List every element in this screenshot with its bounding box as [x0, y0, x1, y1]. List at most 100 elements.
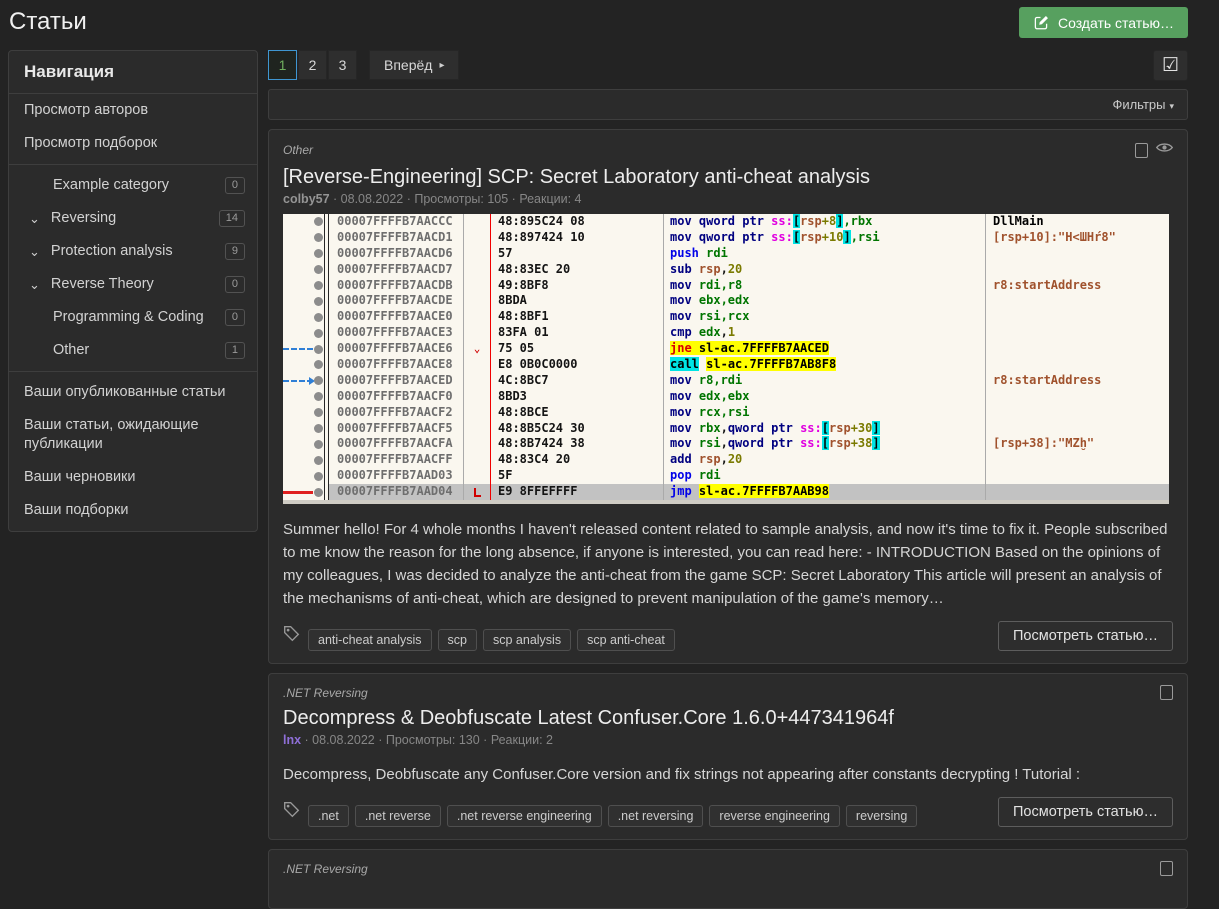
article-category[interactable]: Other [283, 143, 313, 157]
bytes-cell: 8BD3 [490, 389, 663, 405]
tag-pill[interactable]: anti-cheat analysis [308, 629, 432, 651]
instruction-cell: mov edx,ebx [663, 389, 985, 405]
instruction-cell: cmp edx,1 [663, 325, 985, 341]
sidebar-item-reversing[interactable]: ⌄Reversing14 [9, 202, 257, 235]
sidebar-item-label: Просмотр авторов [24, 101, 245, 120]
filters-dropdown[interactable]: Фильтры▾ [1112, 97, 1174, 112]
sidebar-item-reverse-theory[interactable]: ⌄Reverse Theory0 [9, 268, 257, 301]
sidebar-item-label: Reverse Theory [51, 275, 225, 294]
sidebar-item-example-category[interactable]: Example category0 [9, 169, 257, 202]
disasm-row: 00007FFFFB7AACE048:8BF1mov rsi,rcx [283, 309, 1169, 325]
tag-pill[interactable]: .net reverse [355, 805, 441, 827]
address-cell: 00007FFFFB7AACD7 [329, 262, 463, 278]
breakpoint-dot [314, 265, 323, 274]
address-cell: 00007FFFFB7AACF0 [329, 389, 463, 405]
select-mode-button[interactable]: ☑ [1153, 50, 1188, 81]
breakpoint-dot [314, 360, 323, 369]
comment-cell [985, 293, 1169, 309]
bookmark-square-icon[interactable] [1135, 143, 1148, 158]
breakpoint-dot [314, 345, 323, 354]
breakpoint-dot [314, 329, 323, 338]
article-category[interactable]: .NET Reversing [283, 862, 368, 876]
next-page-button[interactable]: Вперёд ▸ [369, 50, 459, 80]
watch-eye-icon[interactable] [1156, 141, 1173, 159]
create-article-button[interactable]: Создать статью… [1019, 7, 1188, 38]
count-badge: 14 [219, 210, 245, 227]
comment-cell [985, 357, 1169, 373]
sidebar-item-other[interactable]: Other1 [9, 334, 257, 367]
tag-pill[interactable]: scp [438, 629, 477, 651]
breakpoint-dot [314, 313, 323, 322]
disasm-row: 00007FFFFB7AACD148:897424 10mov qword pt… [283, 230, 1169, 246]
sidebar-item-your-drafts[interactable]: Ваши черновики [9, 461, 257, 494]
sidebar-item-your-collections[interactable]: Ваши подборки [9, 494, 257, 527]
breakpoint-gutter [283, 468, 329, 484]
tag-pill[interactable]: reversing [846, 805, 917, 827]
view-article-button[interactable]: Посмотреть статью… [998, 621, 1173, 651]
article-category[interactable]: .NET Reversing [283, 686, 368, 700]
bookmark-square-icon[interactable] [1160, 685, 1173, 700]
sidebar-item-programming-coding[interactable]: Programming & Coding0 [9, 301, 257, 334]
bookmark-square-icon[interactable] [1160, 861, 1173, 876]
address-cell: 00007FFFFB7AACCC [329, 214, 463, 230]
article-author[interactable]: colby57 [283, 192, 330, 206]
breakpoint-dot [314, 376, 323, 385]
instruction-cell: jne sl-ac.7FFFFB7AACED [663, 341, 985, 357]
tag-pill[interactable]: scp analysis [483, 629, 571, 651]
breakpoint-dot [314, 440, 323, 449]
address-cell: 00007FFFFB7AACDB [329, 278, 463, 294]
count-badge: 0 [225, 309, 245, 326]
breakpoint-gutter [283, 309, 329, 325]
tag-pill[interactable]: .net [308, 805, 349, 827]
pencil-square-icon [1033, 14, 1050, 31]
indicator-cell: ⌄ [463, 341, 490, 357]
sidebar-item-protection-analysis[interactable]: ⌄Protection analysis9 [9, 235, 257, 268]
sidebar-item-view-collections[interactable]: Просмотр подборок [9, 127, 257, 160]
disasm-row: 00007FFFFB7AACF0 8BD3mov edx,ebx [283, 389, 1169, 405]
article-title[interactable]: [Reverse-Engineering] SCP: Secret Labora… [283, 166, 1173, 189]
breakpoint-gutter [283, 452, 329, 468]
address-cell: 00007FFFFB7AACED [329, 373, 463, 389]
page-button-1[interactable]: 1 [268, 50, 297, 80]
disasm-row: 00007FFFFB7AACF548:8B5C24 30mov rbx,qwor… [283, 421, 1169, 437]
breakpoint-dot [314, 424, 323, 433]
article-excerpt: Summer hello! For 4 whole months I haven… [283, 518, 1173, 610]
breakpoint-gutter [283, 262, 329, 278]
disassembler-screenshot[interactable]: 00007FFFFB7AACCC48:895C24 08mov qword pt… [283, 214, 1169, 504]
sidebar-item-view-authors[interactable]: Просмотр авторов [9, 94, 257, 127]
sidebar-item-label: Ваши подборки [24, 501, 245, 520]
sidebar-item-your-pending-articles[interactable]: Ваши статьи, ожидающие публикации [9, 409, 257, 461]
article-card-2: .NET Reversing Decompress & Deobfuscate … [268, 673, 1188, 840]
address-cell: 00007FFFFB7AACFA [329, 436, 463, 452]
page-button-3[interactable]: 3 [328, 50, 357, 80]
chevron-down-icon: ⌄ [29, 212, 40, 226]
address-cell: 00007FFFFB7AACDE [329, 293, 463, 309]
sidebar-item-label: Example category [53, 176, 225, 195]
sidebar-item-label: Other [53, 341, 225, 360]
disasm-row: 00007FFFFB7AACE383FA 01cmp edx,1 [283, 325, 1169, 341]
view-article-button[interactable]: Посмотреть статью… [998, 797, 1173, 827]
breakpoint-gutter [283, 421, 329, 437]
count-badge: 0 [225, 276, 245, 293]
tag-pill[interactable]: .net reverse engineering [447, 805, 602, 827]
bytes-cell: 57 [490, 246, 663, 262]
tag-pill[interactable]: scp anti-cheat [577, 629, 675, 651]
comment-cell [985, 246, 1169, 262]
indicator-cell [463, 452, 490, 468]
article-author[interactable]: lnx [283, 733, 301, 747]
address-cell: 00007FFFFB7AACE0 [329, 309, 463, 325]
bytes-cell: 48:895C24 08 [490, 214, 663, 230]
instruction-cell: mov r8,rdi [663, 373, 985, 389]
tag-pill[interactable]: reverse engineering [709, 805, 840, 827]
breakpoint-dot [314, 456, 323, 465]
article-title[interactable]: Decompress & Deobfuscate Latest Confuser… [283, 707, 1173, 730]
filter-bar: Фильтры▾ [268, 89, 1188, 120]
sidebar-item-your-published-articles[interactable]: Ваши опубликованные статьи [9, 376, 257, 409]
address-cell: 00007FFFFB7AACD6 [329, 246, 463, 262]
tag-pill[interactable]: .net reversing [608, 805, 704, 827]
breakpoint-gutter [283, 278, 329, 294]
page-button-2[interactable]: 2 [298, 50, 327, 80]
article-card-1: Other [Reverse-Engineering] SCP: Secret … [268, 129, 1188, 664]
address-cell: 00007FFFFB7AAD04 [329, 484, 463, 500]
sidebar-items: Просмотр авторов Просмотр подборок Example… [9, 94, 257, 527]
